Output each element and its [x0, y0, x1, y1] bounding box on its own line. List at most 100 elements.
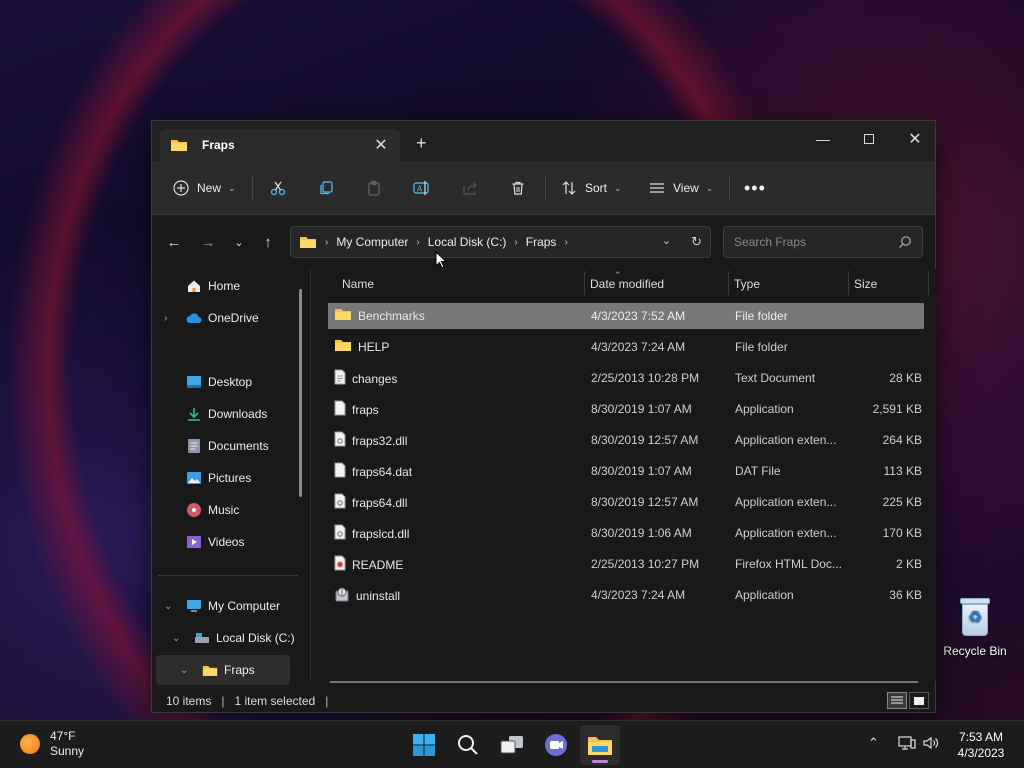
chevron-down-icon[interactable]: ⌄ — [164, 601, 172, 612]
paste-button[interactable] — [365, 161, 383, 215]
close-window-button[interactable]: ✕ — [892, 125, 938, 153]
column-header-size[interactable]: Size — [854, 277, 877, 291]
chevron-right-icon[interactable]: › — [164, 313, 167, 324]
recycle-bin-shortcut[interactable]: ♻ Recycle Bin — [940, 596, 1010, 658]
sidebar-item-videos[interactable]: Videos 📌 — [186, 527, 326, 557]
network-icon[interactable] — [898, 735, 916, 754]
system-clock[interactable]: 7:53 AM 4/3/2023 — [948, 729, 1014, 761]
back-arrow-icon[interactable]: ← — [160, 227, 188, 257]
file-name: frapslcd.dll — [352, 526, 410, 541]
column-header-date[interactable]: Date modified — [590, 277, 664, 291]
details-view-button[interactable] — [887, 692, 907, 709]
pane-divider[interactable] — [310, 269, 311, 681]
file-explorer-taskbar-button[interactable] — [580, 725, 620, 765]
file-row[interactable]: fraps64.dll 8/30/2019 12:57 AM Application… — [328, 489, 924, 515]
more-icon[interactable]: ••• — [744, 161, 766, 215]
view-button[interactable]: View ⌄ — [648, 161, 713, 215]
file-row[interactable]: Benchmarks 4/3/2023 7:52 AM File folder — [328, 303, 924, 329]
forward-arrow-icon[interactable]: → — [194, 227, 222, 257]
sidebar-item-desktop[interactable]: Desktop 📌 — [186, 367, 326, 397]
sidebar-item-home[interactable]: Home — [186, 271, 326, 301]
recent-locations-chevron-icon[interactable]: ⌄ — [225, 227, 253, 257]
volume-icon[interactable] — [922, 735, 940, 754]
sidebar-item-downloads[interactable]: Downloads 📌 — [186, 399, 326, 429]
delete-button[interactable] — [509, 161, 527, 215]
address-history-chevron-icon[interactable]: ⌄ — [662, 234, 671, 250]
sidebar-item-music[interactable]: Music 📌 — [186, 495, 326, 525]
column-header-type[interactable]: Type — [734, 277, 760, 291]
file-type: Text Document — [735, 371, 816, 385]
horizontal-scrollbar[interactable] — [330, 681, 918, 683]
new-label: New — [197, 181, 222, 195]
search-input[interactable] — [734, 235, 884, 249]
file-size: 2 KB — [895, 557, 922, 571]
up-arrow-icon[interactable]: ↑ — [254, 227, 282, 257]
plus-icon[interactable]: + — [416, 133, 427, 154]
search-icon[interactable] — [898, 235, 912, 249]
details-view-icon — [891, 696, 903, 703]
file-name: README — [352, 557, 404, 572]
copy-button[interactable] — [317, 161, 335, 215]
chevron-down-icon[interactable]: ⌄ — [180, 665, 188, 676]
sidebar-item-local-disk[interactable]: ⌄ Local Disk (C:) — [172, 623, 312, 653]
address-bar[interactable]: › My Computer › Local Disk (C:) › Fraps … — [290, 226, 711, 258]
folder-icon — [202, 662, 218, 678]
start-button[interactable] — [404, 725, 444, 765]
tiles-view-button[interactable] — [909, 692, 929, 709]
tab-fraps[interactable]: Fraps ✕ — [160, 129, 400, 161]
rename-button[interactable]: A — [413, 161, 431, 215]
file-row[interactable]: changes 2/25/2013 10:28 PM Text Document 28… — [328, 365, 924, 391]
chevron-right-icon[interactable]: › — [416, 237, 419, 248]
file-row[interactable]: fraps 8/30/2019 1:07 AM Application 2,591 K… — [328, 396, 924, 422]
sidebar-item-my-computer[interactable]: ⌄ My Computer — [164, 591, 304, 621]
file-type: Application — [735, 588, 794, 602]
taskbar-search-button[interactable] — [448, 725, 488, 765]
sort-button[interactable]: Sort ⌄ — [560, 161, 622, 215]
file-row[interactable]: uninstall 4/3/2023 7:24 AM Application 36 K… — [328, 582, 924, 608]
status-bar: 10 items | 1 item selected | — [152, 687, 935, 714]
sidebar-item-documents[interactable]: Documents 📌 — [186, 431, 326, 461]
task-view-button[interactable] — [492, 725, 532, 765]
file-row[interactable]: README 2/25/2013 10:27 PM Firefox HTML Doc… — [328, 551, 924, 577]
maximize-icon — [864, 134, 874, 144]
breadcrumb-local-disk[interactable]: Local Disk (C:) — [428, 235, 507, 249]
search-box[interactable] — [723, 226, 923, 258]
maximize-button[interactable] — [846, 125, 892, 153]
breadcrumb-my-computer[interactable]: My Computer — [336, 235, 408, 249]
chevron-down-icon[interactable]: ⌄ — [172, 633, 180, 644]
close-tab-icon[interactable]: ✕ — [372, 135, 390, 155]
show-hidden-icons-chevron-icon[interactable]: ⌃ — [868, 735, 879, 751]
file-name: uninstall — [356, 588, 401, 603]
file-row[interactable]: fraps64.dat 8/30/2019 1:07 AM DAT File 113 … — [328, 458, 924, 484]
file-row[interactable]: frapslcd.dll 8/30/2019 1:06 AM Application… — [328, 520, 924, 546]
tiles-view-icon — [914, 696, 924, 705]
file-size: 225 KB — [882, 495, 922, 509]
column-header-name[interactable]: Name — [342, 277, 374, 291]
sidebar-label-my-computer: My Computer — [208, 599, 281, 613]
breadcrumb-fraps[interactable]: Fraps — [526, 235, 557, 249]
music-icon — [186, 502, 202, 518]
folder-icon — [171, 140, 187, 151]
documents-icon — [186, 438, 202, 454]
file-row[interactable]: fraps32.dll 8/30/2019 12:57 AM Application… — [328, 427, 924, 453]
search-icon — [458, 735, 478, 755]
new-button[interactable]: New ⌄ — [172, 161, 236, 215]
file-row[interactable]: HELP 4/3/2023 7:24 AM File folder — [328, 334, 924, 360]
sidebar-scrollbar[interactable] — [299, 289, 302, 497]
chevron-right-icon[interactable]: › — [564, 237, 567, 248]
chevron-down-icon: ⌄ — [614, 182, 622, 193]
chevron-right-icon[interactable]: › — [514, 237, 517, 248]
file-size: 28 KB — [889, 371, 922, 385]
cut-button[interactable] — [269, 161, 287, 215]
minimize-button[interactable]: — — [800, 125, 846, 153]
sidebar-item-fraps[interactable]: ⌄ Fraps — [156, 655, 290, 685]
weather-widget[interactable]: 47°F Sunny — [20, 729, 84, 759]
teams-chat-button[interactable] — [536, 725, 576, 765]
sidebar-item-pictures[interactable]: Pictures 📌 — [186, 463, 326, 493]
share-button[interactable] — [461, 161, 479, 215]
share-icon — [461, 179, 479, 197]
sidebar-item-onedrive[interactable]: › OneDrive — [164, 303, 304, 333]
folder-icon — [334, 338, 352, 355]
refresh-icon[interactable]: ↻ — [691, 234, 702, 250]
weather-condition: Sunny — [50, 744, 85, 758]
